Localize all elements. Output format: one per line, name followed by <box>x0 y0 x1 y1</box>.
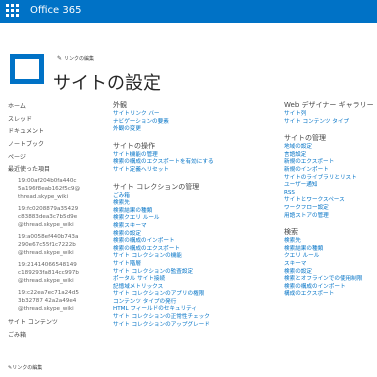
settings-link[interactable]: 検索先 <box>284 238 376 246</box>
settings-link[interactable]: サイト定義へリセット <box>113 167 273 175</box>
nav-item-pages[interactable]: ページ <box>8 152 118 165</box>
recent-item[interactable]: 19:00af204b0fa440c 5a196f8eab162f5c9@ thre… <box>18 177 118 201</box>
settings-link[interactable]: スキーマ <box>284 261 376 269</box>
settings-link[interactable]: ワークフロー設定 <box>284 205 376 213</box>
section-header: サイト コレクションの管理 <box>113 182 200 191</box>
edit-links-top[interactable]: ✎ リンクの編集 <box>57 55 94 62</box>
nav-item-recycle-bin[interactable]: ごみ箱 <box>8 330 118 343</box>
nav-item-threads[interactable]: スレッド <box>8 114 118 127</box>
recent-list: 19:00af204b0fa440c 5a196f8eab162f5c9@ thre… <box>18 177 118 313</box>
nav-item-site-contents[interactable]: サイト コンテンツ <box>8 317 118 330</box>
settings-link[interactable]: サイトリンク バー <box>113 111 273 119</box>
settings-link[interactable]: 構成のエクスポート <box>284 291 376 299</box>
settings-link[interactable]: サイトとワークスペース <box>284 197 376 205</box>
left-navigation: ホーム スレッド ドキュメント ノートブック ページ 最近使った項目 19:00… <box>8 101 118 343</box>
nav-item-documents[interactable]: ドキュメント <box>8 126 118 139</box>
settings-link[interactable]: サイト コンテンツ タイプ <box>284 119 376 127</box>
nav-item-home[interactable]: ホーム <box>8 101 118 114</box>
recent-item[interactable]: 19:c22ea7ec71a24d5 3b32787 42a2a49e4 @thre… <box>18 289 118 313</box>
settings-column-left: 外観 サイトリンク バー ナビゲーションの要素 外観の変更 サイトの操作 サイト機能の管理… <box>113 101 273 337</box>
recent-item[interactable]: 19:21414066548149 c189293fa814cc997b @thre… <box>18 261 118 285</box>
page-title: サイトの設定 <box>53 73 161 95</box>
section-header: Web デザイナー ギャラリー <box>284 101 374 109</box>
edit-links-label: リンクの編集 <box>12 365 43 371</box>
pencil-icon: ✎ <box>57 55 63 62</box>
edit-links-bottom[interactable]: ✎リンクの編集 <box>8 364 42 371</box>
settings-link[interactable]: ごみ箱 <box>113 193 273 201</box>
settings-link[interactable]: ユーザー通知 <box>284 182 376 190</box>
recent-item[interactable]: 19:fc0208879a35429 c83883dea3c7b5d9e @thre… <box>18 205 118 229</box>
brand-label[interactable]: Office 365 <box>30 4 81 18</box>
settings-link[interactable]: 外観の変更 <box>113 126 273 134</box>
settings-link[interactable]: サイト列 <box>284 111 376 119</box>
settings-link[interactable]: サイト コレクションの監査設定 <box>113 269 273 277</box>
settings-link[interactable]: 新規のエクスポート <box>284 159 376 167</box>
settings-link[interactable]: サイト コレクションの機能 <box>113 253 273 261</box>
settings-column-right: Web デザイナー ギャラリー サイト列 サイト コンテンツ タイプ サイトの管理 地域… <box>284 101 376 307</box>
section-header: サイトの操作 <box>113 141 155 150</box>
settings-link[interactable]: サイト階層 <box>113 261 273 269</box>
edit-links-label: リンクの編集 <box>64 56 95 62</box>
settings-link[interactable]: HTML フィールドのセキュリティ <box>113 306 273 314</box>
settings-link[interactable]: 検索先 <box>113 200 273 208</box>
section-header: 外観 <box>113 101 127 109</box>
app-launcher-icon[interactable] <box>6 4 20 18</box>
settings-link[interactable]: サイト コレクションのアップグレード <box>113 322 273 330</box>
settings-link[interactable]: ポータル サイト接続 <box>113 276 273 284</box>
settings-link[interactable]: クエリ ルール <box>284 253 376 261</box>
settings-link[interactable]: 検索の設定 <box>113 231 273 239</box>
settings-link[interactable]: 検索の設定 <box>284 269 376 277</box>
section-header: 検索 <box>284 228 298 237</box>
settings-link[interactable]: 検索とオフラインでの使用制限 <box>284 276 376 284</box>
nav-item-notebook[interactable]: ノートブック <box>8 139 118 152</box>
settings-link[interactable]: 検索の構成のインポート <box>113 238 273 246</box>
top-bar: Office 365 <box>0 0 377 23</box>
section-header: サイトの管理 <box>284 134 326 143</box>
settings-link[interactable]: 地域の設定 <box>284 144 376 152</box>
settings-link[interactable]: 検索スキーマ <box>113 223 273 231</box>
settings-link[interactable]: 新規のインポート <box>284 167 376 175</box>
settings-link[interactable]: サイト コレクションの正常性チェック <box>113 314 273 322</box>
settings-link[interactable]: 検索クエリ ルール <box>113 215 273 223</box>
settings-link[interactable]: 検索の構成のエクスポートを有効にする <box>113 159 273 167</box>
nav-item-recent: 最近使った項目 <box>8 166 51 174</box>
settings-link[interactable]: サイト コレクションのアプリの権限 <box>113 291 273 299</box>
recent-item[interactable]: 19:a0058ef440b743a 290e67c55f1c7222b @thre… <box>18 233 118 257</box>
settings-link[interactable]: 用語ストアの管理 <box>284 213 376 221</box>
site-logo[interactable] <box>10 54 44 84</box>
